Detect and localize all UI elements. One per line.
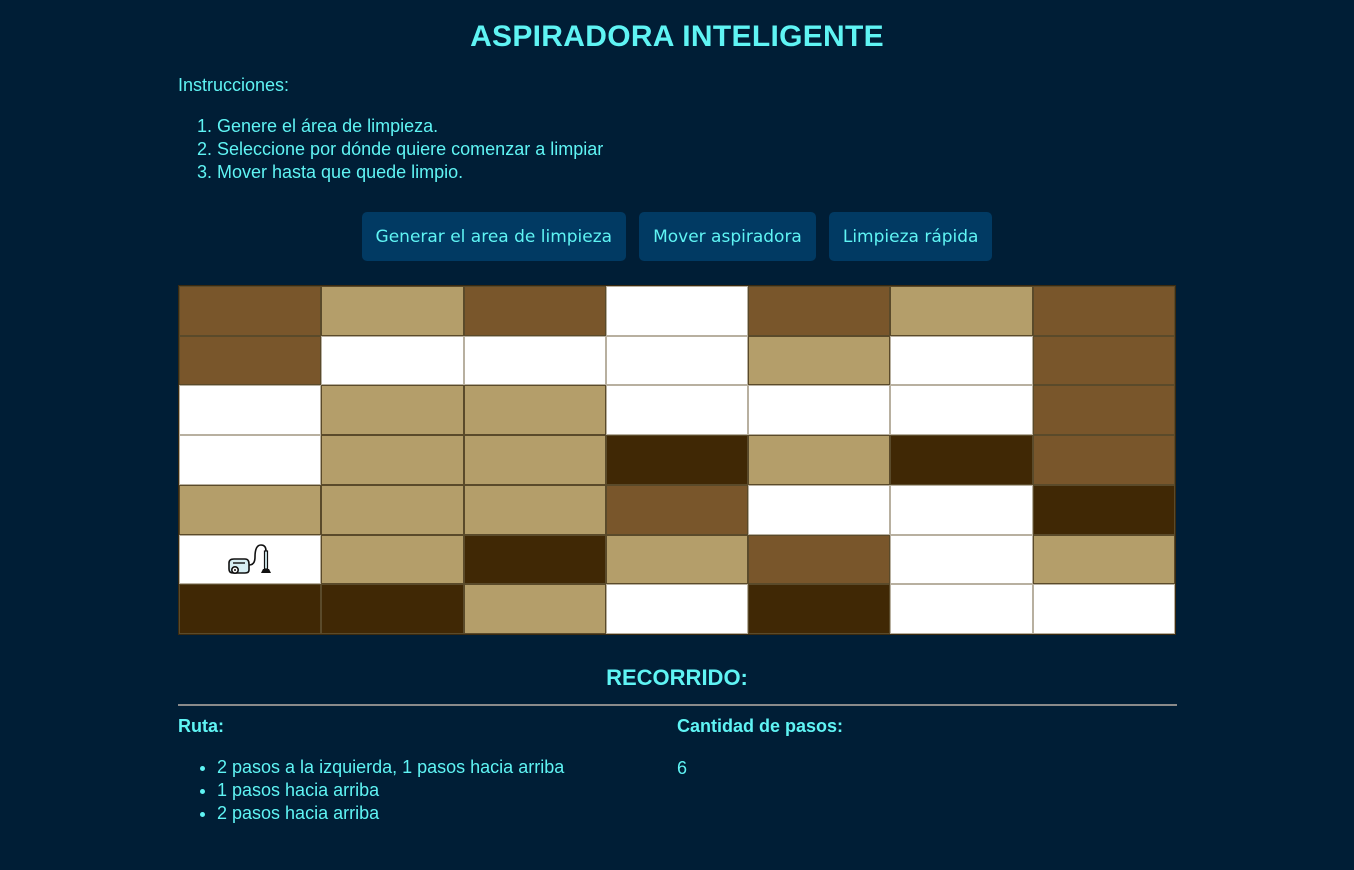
route-list: 2 pasos a la izquierda, 1 pasos hacia ar…: [178, 756, 564, 825]
steps-count-label: Cantidad de pasos:: [677, 716, 844, 736]
grid-cell-medium[interactable]: [748, 286, 891, 336]
grid-cell-dark[interactable]: [179, 584, 322, 634]
grid-cell-medium[interactable]: [1032, 335, 1175, 386]
grid-cell-dark[interactable]: [463, 534, 606, 585]
grid-cell-medium[interactable]: [605, 484, 749, 535]
grid-cell-medium[interactable]: [463, 286, 606, 336]
grid-cell-clean[interactable]: [890, 335, 1033, 386]
grid-cell-light[interactable]: [463, 385, 606, 436]
grid-cell-light[interactable]: [748, 435, 891, 485]
grid-cell-clean[interactable]: [605, 286, 749, 336]
grid-cell-medium[interactable]: [1032, 286, 1175, 336]
grid-cell-clean[interactable]: [748, 484, 891, 535]
grid-cell-clean[interactable]: [890, 484, 1033, 535]
grid-cell-light[interactable]: [605, 534, 749, 585]
instruction-step: Mover hasta que quede limpio.: [217, 161, 603, 184]
grid-cell-clean[interactable]: [890, 584, 1033, 634]
grid-cell-clean[interactable]: [605, 385, 749, 436]
steps-count-value: 6: [677, 758, 688, 778]
instruction-step: Seleccione por dónde quiere comenzar a l…: [217, 138, 603, 161]
grid-cell-light[interactable]: [890, 286, 1033, 336]
vacuum-cleaner-icon: [228, 544, 272, 575]
instruction-step: Genere el área de limpieza.: [217, 115, 603, 138]
recorrido-title: RECORRIDO:: [606, 665, 748, 690]
grid-cell-light[interactable]: [463, 435, 606, 485]
route-label: Ruta:: [178, 716, 224, 736]
route-item: 1 pasos hacia arriba: [217, 779, 564, 802]
grid-cell-clean[interactable]: [179, 385, 322, 436]
grid-cell-light[interactable]: [179, 484, 322, 535]
instructions-label: Instrucciones:: [178, 75, 290, 95]
grid-cell-clean[interactable]: [463, 335, 606, 386]
grid-cell-clean[interactable]: [605, 584, 749, 634]
route-item: 2 pasos a la izquierda, 1 pasos hacia ar…: [217, 756, 564, 779]
grid-cell-dark[interactable]: [321, 584, 464, 634]
grid-cell-light[interactable]: [1032, 534, 1175, 585]
grid-cell-dark[interactable]: [605, 435, 749, 485]
grid-cell-clean[interactable]: [748, 385, 891, 436]
grid-cell-clean[interactable]: [1032, 584, 1175, 634]
grid-cell-clean[interactable]: [890, 385, 1033, 436]
grid-cell-medium[interactable]: [1032, 385, 1175, 436]
grid-cell-medium[interactable]: [179, 335, 322, 386]
grid-cell-light[interactable]: [321, 286, 464, 336]
grid-cell-light[interactable]: [321, 435, 464, 485]
grid-cell-clean[interactable]: [179, 435, 322, 485]
grid-cell-dark[interactable]: [748, 584, 891, 634]
instructions-list: Genere el área de limpieza. Seleccione p…: [178, 115, 603, 184]
route-item: 2 pasos hacia arriba: [217, 802, 564, 825]
grid-cell-light[interactable]: [748, 335, 891, 386]
grid-cell-clean[interactable]: [179, 534, 322, 585]
grid-cell-dark[interactable]: [890, 435, 1033, 485]
generate-area-button[interactable]: Generar el area de limpieza: [361, 212, 627, 261]
move-vacuum-button[interactable]: Mover aspiradora: [639, 212, 816, 261]
grid-cell-clean[interactable]: [605, 335, 749, 386]
fast-clean-button[interactable]: Limpieza rápida: [828, 212, 993, 261]
page-title: ASPIRADORA INTELIGENTE: [470, 20, 884, 53]
grid-cell-medium[interactable]: [1032, 435, 1175, 485]
action-toolbar: Generar el area de limpieza Mover aspira…: [0, 212, 1354, 261]
grid-cell-medium[interactable]: [179, 286, 322, 336]
grid-cell-light[interactable]: [463, 484, 606, 535]
grid-cell-clean[interactable]: [890, 534, 1033, 585]
grid-cell-clean[interactable]: [321, 335, 464, 386]
divider: [178, 704, 1177, 706]
grid-cell-medium[interactable]: [748, 534, 891, 585]
grid-cell-light[interactable]: [321, 385, 464, 436]
page: ASPIRADORA INTELIGENTE Instrucciones: Ge…: [0, 0, 1354, 870]
grid-cell-dark[interactable]: [1032, 484, 1175, 535]
grid-cell-light[interactable]: [463, 584, 606, 634]
grid-cell-light[interactable]: [321, 534, 464, 585]
cleaning-area-grid: [178, 285, 1176, 635]
grid-cell-light[interactable]: [321, 484, 464, 535]
